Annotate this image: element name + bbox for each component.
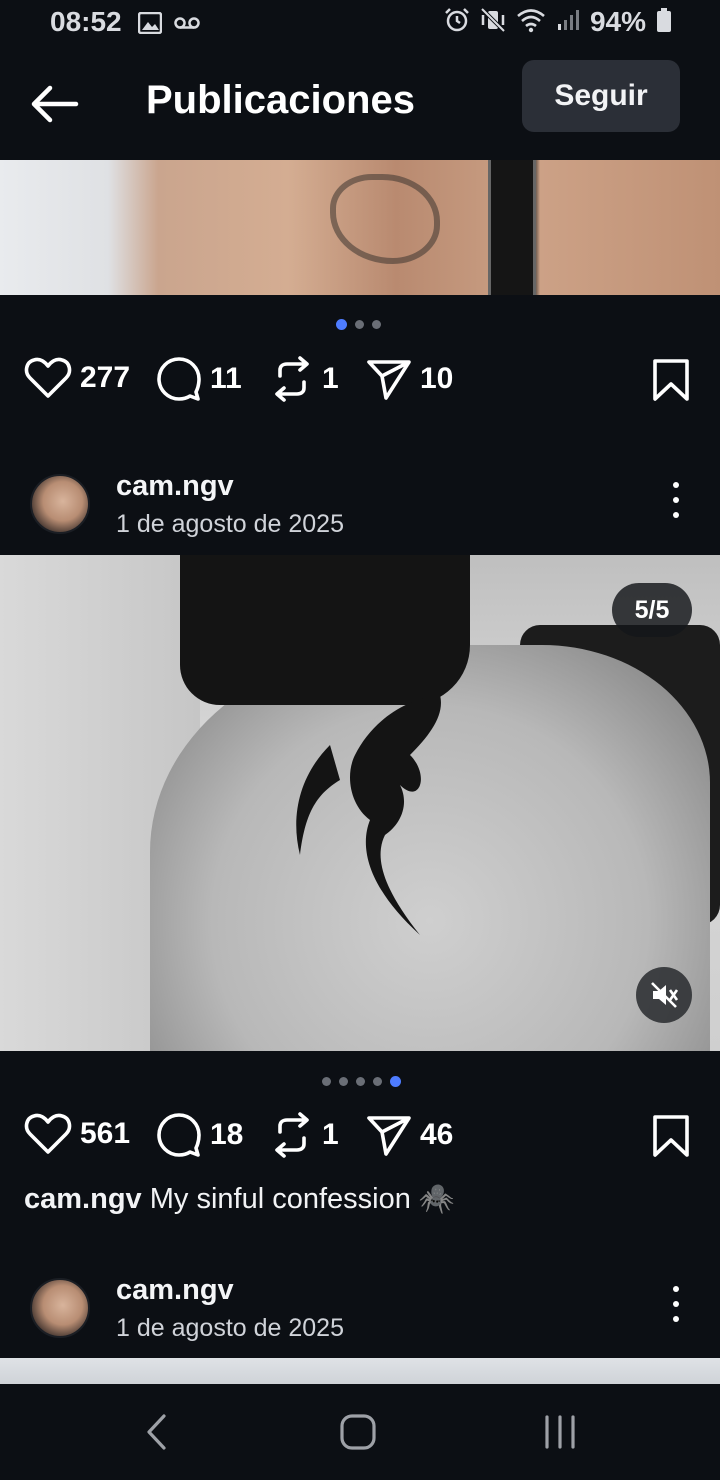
recents-nav-icon [545, 1415, 575, 1449]
dot-icon [673, 497, 679, 503]
battery-percent: 94% [589, 6, 646, 37]
page-title: Publicaciones [146, 78, 415, 122]
nav-back-button[interactable] [126, 1410, 186, 1454]
arrow-left-icon [31, 85, 79, 123]
vibrate-mute-icon [480, 7, 506, 38]
repost-count: 1 [322, 1118, 339, 1151]
home-nav-icon [340, 1414, 376, 1450]
post-image[interactable]: 5/5 [0, 555, 720, 1051]
like-button[interactable]: 561 [24, 1112, 130, 1156]
author-username[interactable]: cam.ngv [116, 470, 234, 503]
post-image-top[interactable] [0, 160, 720, 295]
repost-count: 1 [322, 362, 339, 395]
carousel-dot-active [390, 1076, 401, 1087]
header: Publicaciones Seguir [0, 48, 720, 160]
back-button[interactable] [28, 82, 84, 126]
repost-button[interactable]: 1 [270, 1112, 339, 1158]
system-nav-bar [0, 1384, 720, 1480]
status-left-icons [137, 11, 200, 39]
status-right: 94% [444, 6, 672, 38]
carousel-dots-post1 [336, 319, 381, 330]
heart-icon [24, 1113, 72, 1154]
post-image-bottom[interactable] [0, 1358, 720, 1384]
share-count: 46 [420, 1118, 454, 1151]
comment-icon [157, 357, 201, 401]
repost-icon [275, 1112, 309, 1158]
bookmark-icon [653, 1115, 689, 1157]
post-date: 1 de agosto de 2025 [116, 510, 344, 538]
avatar[interactable] [30, 474, 90, 534]
share-button[interactable]: 46 [366, 1112, 453, 1158]
comment-icon [157, 1113, 201, 1157]
tattoo-graphic [296, 695, 441, 935]
signal-icon [556, 8, 580, 37]
carousel-dot [355, 320, 364, 329]
bookmark-button[interactable] [652, 1114, 690, 1163]
carousel-dot [322, 1077, 331, 1086]
author-username[interactable]: cam.ngv [116, 1274, 234, 1307]
carousel-dots-post2 [322, 1076, 401, 1087]
post-date: 1 de agosto de 2025 [116, 1314, 344, 1342]
dot-icon [673, 512, 679, 518]
post2-author: cam.ngv 1 de agosto de 2025 [30, 470, 690, 540]
carousel-dot [372, 320, 381, 329]
back-nav-icon [147, 1414, 166, 1450]
like-count: 277 [80, 361, 131, 394]
carousel-dot [356, 1077, 365, 1086]
status-time: 08:52 [50, 6, 122, 37]
heart-icon [24, 357, 72, 398]
more-options-button[interactable] [670, 482, 682, 518]
alarm-icon [444, 7, 470, 38]
send-icon [367, 360, 411, 400]
comment-button[interactable]: 11 [156, 356, 242, 402]
bookmark-icon [653, 359, 689, 401]
status-bar: 08:52 94% [0, 0, 720, 48]
wifi-icon [516, 7, 546, 38]
dot-icon [673, 1316, 679, 1322]
comment-button[interactable]: 18 [156, 1112, 243, 1158]
voicemail-icon [174, 16, 200, 35]
carousel-dot-active [336, 319, 347, 330]
repost-icon [275, 356, 309, 402]
post2-actions: 561 18 1 46 [24, 1112, 696, 1162]
more-options-button[interactable] [670, 1286, 682, 1322]
mute-button[interactable] [636, 967, 692, 1023]
dot-icon [673, 1301, 679, 1307]
like-button[interactable]: 277 [24, 356, 130, 400]
comment-count: 18 [210, 1118, 244, 1151]
nav-home-button[interactable] [328, 1410, 388, 1454]
carousel-dot [373, 1077, 382, 1086]
post-caption: cam.ngv My sinful confession 🕷️ [24, 1182, 455, 1216]
like-count: 561 [80, 1117, 131, 1150]
caption-username[interactable]: cam.ngv [24, 1183, 142, 1215]
dot-icon [673, 482, 679, 488]
comment-count: 11 [210, 362, 242, 395]
post1-actions: 277 11 1 10 [24, 356, 696, 406]
send-icon [367, 1116, 411, 1156]
repost-button[interactable]: 1 [270, 356, 339, 402]
speaker-muted-icon [651, 982, 679, 1008]
post3-author: cam.ngv 1 de agosto de 2025 [30, 1274, 690, 1344]
image-icon [137, 11, 163, 39]
carousel-dot [339, 1077, 348, 1086]
avatar[interactable] [30, 1278, 90, 1338]
battery-icon [656, 7, 672, 38]
dot-icon [673, 1286, 679, 1292]
follow-button[interactable]: Seguir [522, 60, 680, 132]
share-count: 10 [420, 362, 454, 395]
media-counter-badge: 5/5 [612, 583, 692, 637]
nav-recents-button[interactable] [530, 1410, 590, 1454]
share-button[interactable]: 10 [366, 356, 453, 402]
caption-text: My sinful confession 🕷️ [149, 1183, 456, 1215]
bookmark-button[interactable] [652, 358, 690, 407]
